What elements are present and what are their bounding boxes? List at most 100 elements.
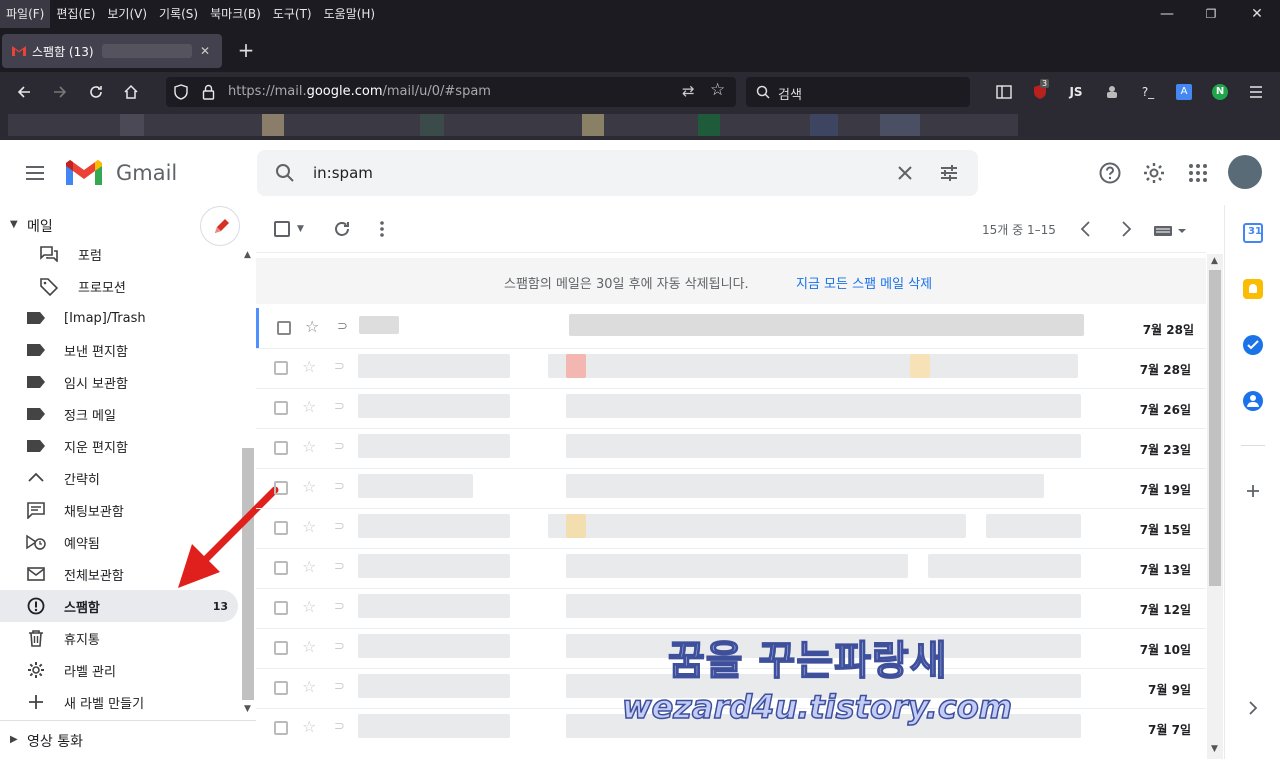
important-marker-icon[interactable]: ⊃ — [334, 679, 345, 694]
row-checkbox[interactable] — [274, 681, 288, 695]
mail-row[interactable]: ☆ ⊃ 7월 28일 — [256, 348, 1206, 388]
star-icon[interactable]: ☆ — [302, 437, 316, 456]
important-marker-icon[interactable]: ⊃ — [334, 359, 345, 374]
important-marker-icon[interactable]: ⊃ — [334, 719, 345, 734]
input-tools-icon[interactable] — [1154, 223, 1192, 237]
main-menu-icon[interactable] — [24, 163, 48, 183]
sidebar-item-forum[interactable]: 포럼 — [0, 246, 238, 270]
search-icon[interactable] — [275, 163, 295, 183]
expand-panel-chevron-icon[interactable] — [1247, 701, 1259, 715]
sidebar-item-junk[interactable]: 정크 메일 — [0, 398, 238, 430]
important-marker-icon[interactable]: ⊃ — [334, 599, 345, 614]
row-checkbox[interactable] — [274, 441, 288, 455]
mail-row[interactable]: ☆ ⊃ 7월 26일 — [256, 388, 1206, 428]
mail-row[interactable]: ☆ ⊃ 7월 13일 — [256, 548, 1206, 588]
account-avatar[interactable] — [1228, 155, 1262, 189]
reader-view-icon[interactable] — [990, 78, 1018, 106]
ublock-icon[interactable]: 3 — [1026, 78, 1054, 106]
search-options-icon[interactable] — [939, 163, 959, 183]
mail-scroll-thumb[interactable] — [1209, 270, 1221, 586]
mail-row[interactable]: ☆ ⊃ 7월 19일 — [256, 468, 1206, 508]
sidebar-item-manage-labels[interactable]: 라벨 관리 — [0, 654, 238, 686]
important-marker-icon[interactable]: ⊃ — [334, 479, 345, 494]
home-icon[interactable] — [117, 78, 145, 106]
sidebar-item-drafts[interactable]: 임시 보관함 — [0, 366, 238, 398]
row-checkbox[interactable] — [274, 361, 288, 375]
important-marker-icon[interactable]: ⊃ — [337, 319, 348, 334]
n-extension-icon[interactable]: N — [1206, 78, 1234, 106]
gmail-search-input[interactable]: in:spam — [313, 164, 373, 182]
translate-extension-icon[interactable]: A — [1170, 78, 1198, 106]
star-icon[interactable]: ☆ — [305, 317, 319, 336]
mail-list-scrollbar[interactable]: ▲ ▼ — [1207, 254, 1223, 759]
menu-file[interactable]: 파일(F) — [0, 0, 51, 28]
important-marker-icon[interactable]: ⊃ — [334, 519, 345, 534]
next-page-icon[interactable] — [1118, 220, 1134, 238]
mail-section-label[interactable]: 메일 — [27, 216, 53, 236]
scroll-up-icon[interactable]: ▲ — [244, 250, 251, 260]
row-checkbox[interactable] — [274, 601, 288, 615]
row-checkbox[interactable] — [274, 561, 288, 575]
important-marker-icon[interactable]: ⊃ — [334, 559, 345, 574]
scroll-down-icon[interactable]: ▼ — [244, 704, 251, 714]
tasks-icon[interactable] — [1243, 335, 1263, 355]
important-marker-icon[interactable]: ⊃ — [334, 439, 345, 454]
tab-spam[interactable]: 스팸함 (13) ✕ — [2, 34, 222, 68]
menu-bookmarks[interactable]: 북마크(B) — [204, 0, 267, 28]
mail-row[interactable]: ☆ ⊃ 7월 12일 — [256, 588, 1206, 628]
new-tab-button[interactable]: + — [236, 38, 256, 62]
contacts-icon[interactable] — [1243, 391, 1263, 411]
mail-row[interactable]: ☆ ⊃ 7월 28일 — [256, 308, 1206, 348]
prev-page-icon[interactable] — [1078, 220, 1094, 238]
refresh-icon[interactable] — [332, 219, 352, 239]
gmail-logo-icon[interactable] — [66, 160, 102, 188]
row-checkbox[interactable] — [277, 321, 291, 335]
shield-icon[interactable] — [174, 84, 188, 100]
scroll-up-icon[interactable]: ▲ — [1211, 256, 1218, 266]
mail-row[interactable]: ☆ ⊃ 7월 23일 — [256, 428, 1206, 468]
back-icon[interactable] — [10, 78, 38, 106]
sidebar-item-promotions[interactable]: 프로모션 — [0, 270, 238, 302]
star-icon[interactable]: ☆ — [302, 477, 316, 496]
settings-gear-icon[interactable] — [1142, 161, 1166, 185]
sidebar-item-sent[interactable]: 보낸 편지함 — [0, 334, 238, 366]
menu-view[interactable]: 보기(V) — [101, 0, 153, 28]
more-options-icon[interactable] — [372, 219, 392, 239]
mail-section-caret-icon[interactable]: ▼ — [10, 219, 18, 230]
lock-icon[interactable] — [202, 84, 215, 100]
menu-edit[interactable]: 편집(E) — [50, 0, 101, 28]
star-icon[interactable]: ☆ — [302, 717, 316, 736]
important-marker-icon[interactable]: ⊃ — [334, 399, 345, 414]
sidebar-item-imap-trash[interactable]: [Imap]/Trash — [0, 302, 238, 334]
row-checkbox[interactable] — [274, 401, 288, 415]
clear-search-icon[interactable] — [897, 165, 913, 181]
address-bar[interactable]: https://mail.google.com/mail/u/0/#spam ⇄… — [166, 77, 736, 107]
javascript-toggle-icon[interactable]: JS — [1062, 78, 1090, 106]
puzzle-icon[interactable] — [1098, 78, 1126, 106]
sidebar-item-trash[interactable]: 휴지통 — [0, 622, 238, 654]
star-icon[interactable]: ☆ — [302, 677, 316, 696]
menu-history[interactable]: 기록(S) — [153, 0, 204, 28]
select-dropdown-icon[interactable]: ▼ — [297, 224, 304, 234]
row-checkbox[interactable] — [274, 481, 288, 495]
url-text[interactable]: https://mail.google.com/mail/u/0/#spam — [228, 84, 491, 99]
row-checkbox[interactable] — [274, 641, 288, 655]
calendar-icon[interactable]: 31 — [1243, 223, 1263, 243]
scroll-down-icon[interactable]: ▼ — [1211, 744, 1218, 754]
close-window-button[interactable]: ✕ — [1234, 0, 1280, 28]
video-section-caret-icon[interactable]: ▶ — [10, 734, 18, 745]
minimize-button[interactable]: — — [1144, 0, 1190, 28]
apps-grid-icon[interactable] — [1186, 161, 1210, 185]
add-addon-plus-icon[interactable] — [1245, 483, 1261, 499]
row-checkbox[interactable] — [274, 521, 288, 535]
translate-icon[interactable]: ⇄ — [682, 82, 695, 100]
star-icon[interactable]: ☆ — [302, 397, 316, 416]
menu-tools[interactable]: 도구(T) — [267, 0, 318, 28]
mail-row[interactable]: ☆ ⊃ 7월 15일 — [256, 508, 1206, 548]
restore-button[interactable]: ❐ — [1188, 0, 1234, 28]
row-checkbox[interactable] — [274, 721, 288, 735]
browser-search-field[interactable]: 검색 — [746, 77, 970, 107]
delete-all-spam-link[interactable]: 지금 모든 스팸 메일 삭제 — [796, 273, 932, 292]
terminal-icon[interactable]: ?_ — [1134, 78, 1162, 106]
forward-icon[interactable] — [46, 78, 74, 106]
